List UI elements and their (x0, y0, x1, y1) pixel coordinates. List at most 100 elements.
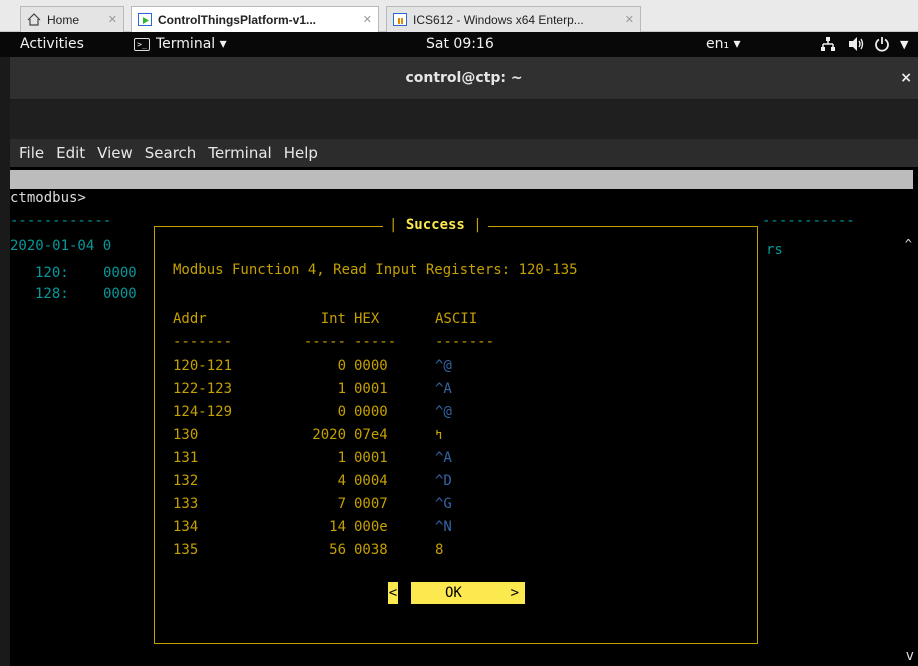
column-underline: ------- (173, 334, 233, 350)
windows-vm-icon (393, 13, 407, 26)
table-cell-ascii: ߤ (435, 427, 443, 443)
menu-help[interactable]: Help (284, 144, 318, 162)
table-cell-hex: 000e (354, 519, 388, 535)
vm-tab-strip: Home ✕ ControlThingsPlatform-v1... ✕ ICS… (0, 0, 918, 32)
window-title: control@ctp: ~ (405, 70, 523, 86)
gnome-top-bar: Activities >_ Terminal ▾ Sat 09:16 en₁ ▾… (0, 32, 918, 57)
output-row-addr: 120: (35, 265, 69, 281)
table-cell-int: 1 (337, 450, 346, 466)
column-underline: ----- (303, 334, 346, 350)
success-dialog: | Success | Modbus Function 4, Read Inpu… (154, 217, 758, 644)
scroll-down-icon[interactable]: v (906, 648, 914, 664)
terminal-menubar: File Edit View Search Terminal Help (10, 139, 918, 167)
language-selector[interactable]: en₁ ▾ (706, 36, 741, 52)
vm-tab-label: ControlThingsPlatform-v1... (158, 12, 317, 27)
menu-view[interactable]: View (97, 144, 133, 162)
ok-right-marker: > (510, 585, 519, 601)
output-row-addr: 128: (35, 286, 69, 302)
terminal-icon: >_ (134, 37, 150, 51)
app-menu-label: Terminal ▾ (156, 36, 227, 52)
column-underline: ----- (354, 334, 397, 350)
dialog-title-frame: | Success | (383, 217, 488, 233)
home-icon (27, 13, 41, 26)
output-divider-right: ----------- (762, 213, 855, 229)
ok-label: OK (445, 585, 462, 601)
output-date-line: 2020-01-04 0 (10, 238, 112, 254)
table-cell-addr: 135 (173, 542, 199, 558)
table-cell-ascii: ^@ (435, 358, 452, 374)
titlebar-spacer (10, 100, 918, 139)
table-cell-hex: 0001 (354, 381, 388, 397)
output-fragment: rs (766, 242, 783, 258)
table-cell-addr: 131 (173, 450, 199, 466)
table-cell-hex: 0000 (354, 358, 388, 374)
column-header-hex: HEX (354, 311, 380, 327)
table-cell-int: 0 (337, 404, 346, 420)
table-cell-ascii: ^N (435, 519, 452, 535)
vm-tab-home[interactable]: Home ✕ (20, 6, 124, 32)
dialog-header: Modbus Function 4, Read Input Registers:… (173, 262, 578, 278)
activities-button[interactable]: Activities (20, 36, 84, 52)
volume-icon[interactable] (848, 36, 866, 52)
network-icon[interactable] (820, 36, 836, 52)
system-menu-arrow[interactable]: ▼ (900, 38, 908, 51)
app-menu-edit[interactable]: Edit (121, 190, 155, 206)
ok-button-body: OK > (411, 582, 525, 604)
scroll-up-icon[interactable]: ^ (905, 237, 912, 251)
table-cell-int: 4 (337, 473, 346, 489)
table-cell-int: 1 (337, 381, 346, 397)
ok-left-marker: < (388, 582, 398, 604)
menu-edit[interactable]: Edit (56, 144, 85, 162)
table-cell-addr: 120-121 (173, 358, 233, 374)
window-titlebar[interactable]: control@ctp: ~ × (10, 57, 918, 100)
vm-tab-ics612[interactable]: ICS612 - Windows x64 Enterp... ✕ (386, 6, 641, 32)
app-menu-help[interactable]: Help (172, 190, 206, 206)
app-menu-button[interactable]: >_ Terminal ▾ (134, 36, 227, 52)
table-cell-int: 2020 (312, 427, 346, 443)
close-icon[interactable]: ✕ (363, 13, 372, 26)
power-icon[interactable] (874, 36, 890, 52)
close-icon[interactable]: ✕ (108, 13, 117, 26)
column-header-ascii: ASCII (435, 311, 478, 327)
table-cell-hex: 07e4 (354, 427, 388, 443)
table-cell-addr: 122-123 (173, 381, 233, 397)
table-cell-ascii: ^@ (435, 404, 452, 420)
column-underline: ------- (435, 334, 495, 350)
ctmodbus-prompt: ctmodbus> (10, 190, 86, 206)
table-cell-addr: 130 (173, 427, 199, 443)
close-icon[interactable]: ✕ (625, 13, 634, 26)
column-header-int: Int (320, 311, 346, 327)
table-cell-ascii: ^A (435, 450, 452, 466)
output-row-value: 0000 (103, 286, 137, 302)
vm-tab-controlthings[interactable]: ControlThingsPlatform-v1... ✕ (131, 6, 379, 32)
menu-search[interactable]: Search (145, 144, 197, 162)
table-cell-addr: 124-129 (173, 404, 233, 420)
table-cell-int: 56 (329, 542, 346, 558)
menu-terminal[interactable]: Terminal (208, 144, 271, 162)
table-cell-hex: 0007 (354, 496, 388, 512)
column-header-addr: Addr (173, 311, 207, 327)
vm-tab-label: ICS612 - Windows x64 Enterp... (413, 12, 584, 27)
table-cell-hex: 0000 (354, 404, 388, 420)
table-cell-int: 14 (329, 519, 346, 535)
vm-tab-label: Home (47, 12, 80, 27)
table-cell-hex: 0001 (354, 450, 388, 466)
dialog-title: Success (405, 217, 465, 233)
menu-file[interactable]: File (19, 144, 44, 162)
table-cell-int: 0 (337, 358, 346, 374)
close-icon[interactable]: × (900, 57, 912, 100)
table-cell-ascii: ^G (435, 496, 452, 512)
clock[interactable]: Sat 09:16 (426, 36, 494, 52)
table-cell-addr: 134 (173, 519, 199, 535)
table-cell-ascii: 8 (435, 542, 444, 558)
output-divider-left: ------------ (10, 213, 112, 229)
table-cell-ascii: ^D (435, 473, 452, 489)
ok-button[interactable]: < OK > (388, 582, 525, 604)
vm-power-icon (138, 13, 152, 26)
output-row-value: 0000 (103, 265, 137, 281)
table-cell-addr: 132 (173, 473, 199, 489)
table-cell-hex: 0038 (354, 542, 388, 558)
ctmodbus-menubar: Session Edit Help (10, 170, 913, 206)
table-cell-addr: 133 (173, 496, 199, 512)
table-cell-hex: 0004 (354, 473, 388, 489)
